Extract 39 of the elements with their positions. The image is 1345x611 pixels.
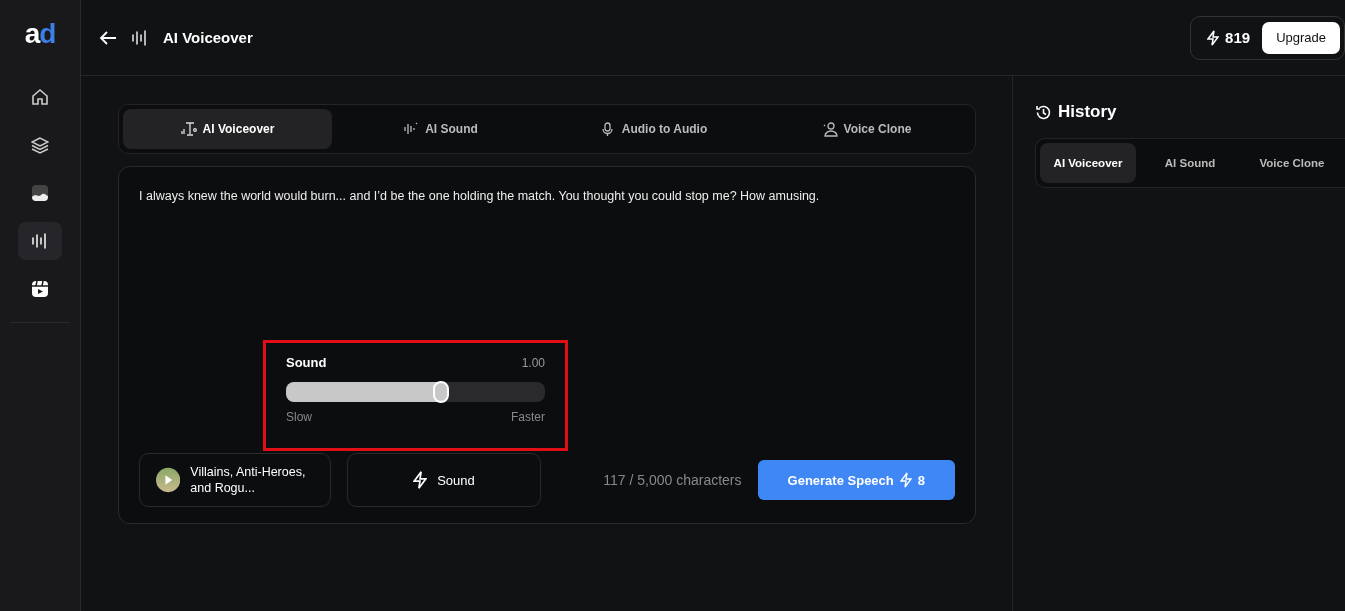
character-counter: 117 / 5,000 characters bbox=[603, 472, 742, 488]
max-label: Faster bbox=[511, 410, 545, 424]
script-text[interactable]: I always knew the world would burn... and I’d be the one holding the match. You thought you could stop me? How amusing. bbox=[139, 187, 955, 206]
back-arrow-icon[interactable] bbox=[99, 29, 117, 46]
waveform-icon bbox=[131, 28, 149, 47]
slider-thumb[interactable] bbox=[433, 381, 450, 403]
logo: ad bbox=[24, 20, 56, 48]
video-icon bbox=[31, 280, 49, 298]
speed-slider[interactable] bbox=[286, 382, 545, 402]
tab[interactable]: AI Voiceover bbox=[123, 109, 332, 149]
image-icon bbox=[31, 184, 49, 202]
voice-selector[interactable]: Villains, Anti-Heroes, and Rogu... bbox=[139, 453, 331, 507]
waveform-icon bbox=[31, 232, 49, 250]
history-tab[interactable]: Voice Clone bbox=[1244, 143, 1340, 183]
home-icon bbox=[31, 88, 49, 106]
tab[interactable]: Voice Clone bbox=[762, 109, 971, 149]
history-tab[interactable]: AI Voiceover bbox=[1040, 143, 1136, 183]
tab[interactable]: AI Sound bbox=[336, 109, 545, 149]
slider-label: Sound bbox=[286, 355, 327, 370]
history-title: History bbox=[1058, 102, 1117, 122]
tab[interactable]: Audio to Audio bbox=[549, 109, 758, 149]
page-title: AI Voiceover bbox=[163, 29, 253, 46]
sparkle-wave-icon bbox=[403, 121, 420, 137]
text-wave-icon bbox=[180, 121, 197, 137]
layers-icon bbox=[31, 136, 49, 154]
min-label: Slow bbox=[286, 410, 312, 424]
slider-value: 1.00 bbox=[521, 355, 545, 370]
sound-button[interactable]: Sound bbox=[347, 453, 541, 507]
credit-count: 819 bbox=[1225, 29, 1251, 46]
user-sparkle-icon bbox=[821, 121, 838, 137]
lightning-icon bbox=[1207, 29, 1220, 46]
upgrade-button[interactable]: Upgrade bbox=[1262, 21, 1340, 54]
generate-speech-button[interactable]: Generate Speech 8 bbox=[757, 460, 955, 500]
lightning-icon bbox=[413, 470, 428, 490]
history-tab[interactable]: AI Sound bbox=[1142, 143, 1238, 183]
sidebar-item[interactable] bbox=[18, 222, 62, 260]
history-icon bbox=[1035, 103, 1052, 121]
microphone-icon bbox=[599, 121, 616, 137]
lightning-icon bbox=[899, 472, 912, 488]
